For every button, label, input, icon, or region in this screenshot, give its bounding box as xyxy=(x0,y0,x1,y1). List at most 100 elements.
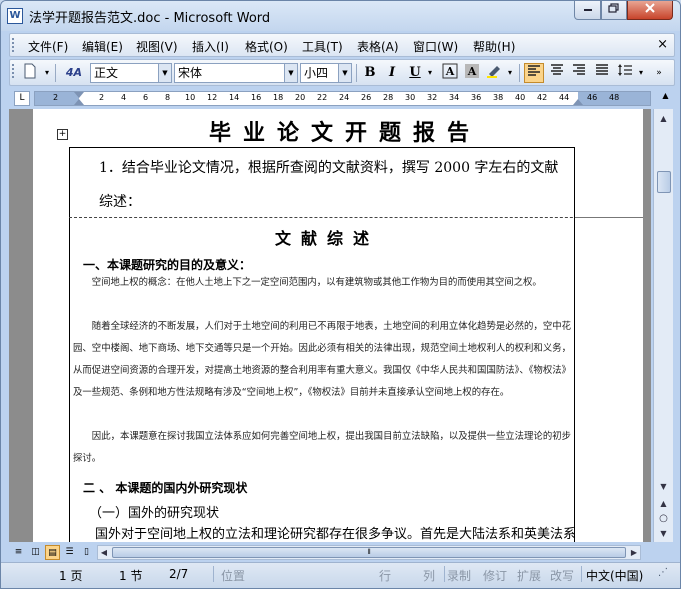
word-app-icon[interactable]: W xyxy=(7,8,23,24)
window-title: 法学开题报告范文.doc - Microsoft Word xyxy=(29,11,271,26)
justify-icon xyxy=(596,64,608,75)
scroll-down-arrow-icon[interactable]: ▼ xyxy=(656,479,671,494)
ruler-tick: 16 xyxy=(251,93,262,102)
view-ruler-icon[interactable]: ▲ xyxy=(659,91,672,106)
status-position: 位置 xyxy=(221,569,246,583)
close-button[interactable] xyxy=(627,1,673,20)
ruler-tick: 30 xyxy=(405,93,416,102)
title-bar: W 法学开题报告范文.doc - Microsoft Word xyxy=(1,1,680,31)
horizontal-scroll-thumb[interactable]: ⦀ xyxy=(112,547,626,558)
align-center-button[interactable] xyxy=(547,63,567,83)
right-indent-marker[interactable] xyxy=(573,99,583,105)
question-text-continued: 综述： xyxy=(99,194,141,210)
scroll-right-arrow-icon[interactable]: ▶ xyxy=(628,545,640,560)
highlight-button[interactable] xyxy=(485,63,505,83)
review-title: 文献综述 xyxy=(274,229,379,248)
toolbar-grip-handle[interactable] xyxy=(12,64,15,78)
toolbar-overflow-chevron-icon[interactable]: » xyxy=(652,63,666,83)
font-size-value: 小四 xyxy=(304,66,329,80)
menu-view[interactable]: 视图(V) xyxy=(136,38,178,55)
subsection-heading: （一）国外的研究现状 xyxy=(89,506,220,521)
vertical-scroll-thumb[interactable] xyxy=(657,171,671,193)
hanging-indent-marker[interactable] xyxy=(74,99,84,105)
menu-tools[interactable]: 工具(T) xyxy=(302,38,343,55)
new-document-icon xyxy=(24,63,36,79)
reading-view-icon[interactable]: ▯ xyxy=(79,545,94,560)
status-separator xyxy=(581,566,582,582)
scroll-up-arrow-icon[interactable]: ▲ xyxy=(656,111,671,126)
styles-formatting-icon[interactable]: 4A xyxy=(62,63,86,83)
line-spacing-chevron-icon[interactable]: ▾ xyxy=(636,63,646,83)
ruler-tick: 36 xyxy=(471,93,482,102)
status-extend[interactable]: 扩展 xyxy=(517,567,541,584)
character-shading-button[interactable]: A xyxy=(462,63,482,83)
menu-window[interactable]: 窗口(W) xyxy=(413,38,458,55)
minimize-button[interactable] xyxy=(574,1,601,20)
justify-button[interactable] xyxy=(592,63,612,83)
font-select[interactable]: 宋体 ▼ xyxy=(174,63,298,83)
chevron-down-icon[interactable]: ▼ xyxy=(284,64,297,82)
select-browse-object-icon[interactable]: ○ xyxy=(656,511,671,526)
status-section: 1 节 xyxy=(119,569,143,583)
previous-page-icon[interactable]: ▲ xyxy=(656,496,671,511)
status-separator xyxy=(444,566,445,582)
close-icon xyxy=(645,3,655,13)
web-view-icon[interactable]: ◫ xyxy=(28,545,43,560)
close-document-button[interactable]: × xyxy=(657,37,668,52)
chevron-down-icon[interactable]: ▼ xyxy=(158,64,171,82)
character-border-button[interactable]: A xyxy=(440,63,460,83)
ruler-tick: 24 xyxy=(339,93,350,102)
underline-options-chevron-icon[interactable]: ▾ xyxy=(425,63,435,83)
menu-bar: 文件(F) 编辑(E) 视图(V) 插入(I) 格式(O) 工具(T) 表格(A… xyxy=(9,33,675,57)
normal-view-icon[interactable]: ≡ xyxy=(11,545,26,560)
style-select[interactable]: 正文 ▼ xyxy=(90,63,172,83)
status-overtype[interactable]: 改写 xyxy=(550,567,574,584)
scroll-left-arrow-icon[interactable]: ◀ xyxy=(98,545,110,560)
maximize-button[interactable] xyxy=(601,1,627,20)
next-page-icon[interactable]: ▼ xyxy=(656,526,671,541)
restore-icon xyxy=(608,3,619,13)
underline-button[interactable]: U xyxy=(405,63,425,83)
status-language[interactable]: 中文(中国) xyxy=(586,567,643,584)
paragraph: 因此，本课题意在探讨我国立法体系应如何完善空间地上权，提出我国目前立法缺陷，以及… xyxy=(73,431,571,464)
toolbar-separator xyxy=(356,64,357,82)
menu-file[interactable]: 文件(F) xyxy=(28,38,68,55)
highlight-options-chevron-icon[interactable]: ▾ xyxy=(505,63,515,83)
menubar-grip-handle[interactable] xyxy=(12,38,15,52)
align-left-button[interactable] xyxy=(524,63,544,83)
document-page[interactable]: + 毕业论文开题报告 1．结合毕业论文情况，根据所查阅的文献资料，撰写 2000… xyxy=(33,109,643,542)
menu-insert[interactable]: 插入(I) xyxy=(192,38,229,55)
character-shading-icon: A xyxy=(465,64,479,78)
align-right-button[interactable] xyxy=(569,63,589,83)
new-document-button[interactable] xyxy=(20,63,40,83)
status-page-count: 2/7 xyxy=(169,567,189,581)
menu-help[interactable]: 帮助(H) xyxy=(473,38,515,55)
font-size-select[interactable]: 小四 ▼ xyxy=(300,63,352,83)
ruler-tick: 40 xyxy=(515,93,526,102)
horizontal-scrollbar[interactable]: ◀ ⦀ ▶ xyxy=(97,545,641,560)
ruler-tick: 48 xyxy=(609,93,620,102)
ruler-tick: 12 xyxy=(207,93,218,102)
ruler-tick: 44 xyxy=(559,93,570,102)
menu-edit[interactable]: 编辑(E) xyxy=(82,38,123,55)
resize-grip-icon[interactable]: ⋰ xyxy=(658,567,668,578)
line-spacing-button[interactable] xyxy=(615,63,635,83)
chevron-down-icon[interactable]: ▼ xyxy=(338,64,351,82)
first-line-indent-marker[interactable] xyxy=(74,92,84,98)
print-layout-icon[interactable]: ▤ xyxy=(45,545,60,560)
menu-format[interactable]: 格式(O) xyxy=(245,38,288,55)
status-track-changes[interactable]: 修订 xyxy=(483,567,507,584)
horizontal-ruler[interactable]: 2 2 4 6 8 10 12 14 16 18 20 22 24 26 28 … xyxy=(34,91,651,106)
italic-button[interactable]: I xyxy=(382,63,402,83)
toolbar-options-chevron-icon[interactable]: ▾ xyxy=(42,63,52,83)
bold-button[interactable]: B xyxy=(360,63,380,83)
menu-table[interactable]: 表格(A) xyxy=(357,38,399,55)
word-window: W 法学开题报告范文.doc - Microsoft Word 文件(F) 编辑… xyxy=(0,0,681,589)
status-record[interactable]: 录制 xyxy=(447,567,471,584)
ruler-tick: 8 xyxy=(165,93,171,102)
ruler-tick: 38 xyxy=(493,93,504,102)
tab-selector-button[interactable]: L xyxy=(14,91,30,106)
outline-view-icon[interactable]: ☰ xyxy=(62,545,77,560)
ruler-row: L 2 2 4 6 8 10 12 14 16 18 20 22 24 26 2… xyxy=(1,89,680,108)
vertical-scrollbar[interactable]: ▲ ▼ ▲ ○ ▼ xyxy=(653,109,673,542)
